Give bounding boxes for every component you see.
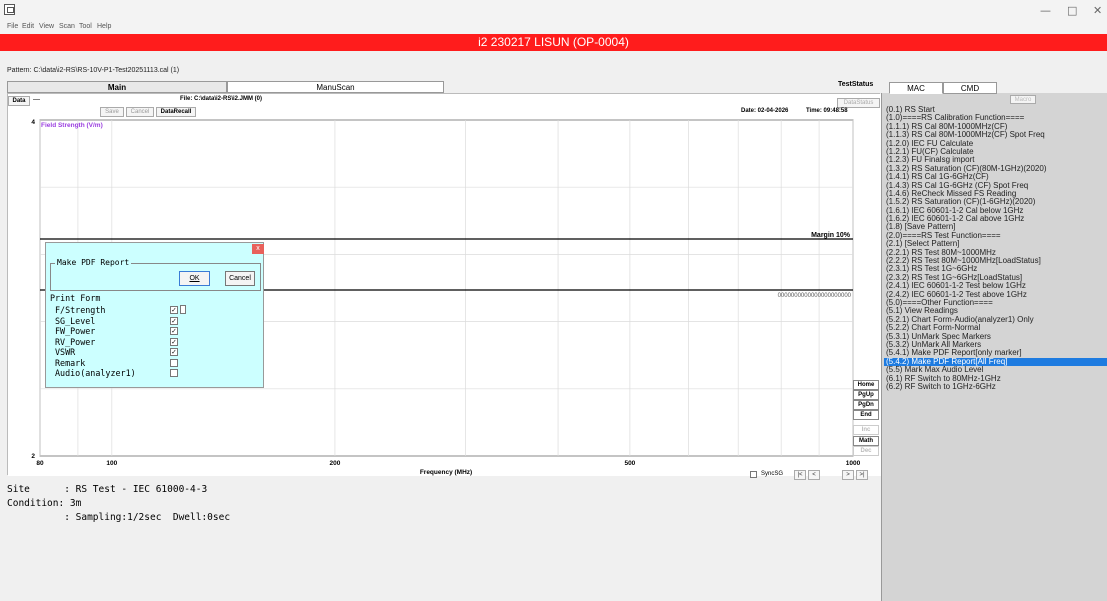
test-info: Site : RS Test - IEC 61000-4-3 Condition:… [7,483,880,525]
datarecall-button[interactable]: DataRecall [156,107,196,117]
side-button-pgdn[interactable]: PgDn [853,400,879,410]
menu-file[interactable]: File [7,23,18,30]
print-form-option-label: Audio(analyzer1) [55,368,136,378]
save-button[interactable]: Save [100,107,124,117]
syncsg-checkbox[interactable] [750,471,757,478]
nav-first-button[interactable]: |< [794,470,806,480]
side-button-inc[interactable]: Inc [853,425,879,435]
app-icon [4,4,15,15]
print-form-option-label: SG_Level [55,315,96,326]
tab-manuscan[interactable]: ManuScan [227,81,444,93]
print-form-checkbox[interactable] [170,358,178,367]
maximize-icon[interactable]: □ [1067,4,1077,17]
dialog-close-button[interactable]: x [252,244,264,254]
print-form-checkbox[interactable]: ✓ [170,337,178,346]
info-site: Site : RS Test - IEC 61000-4-3 [7,484,208,495]
side-button-pgup[interactable]: PgUp [853,390,879,400]
close-icon[interactable]: ✕ [1093,4,1102,17]
nav-next-button[interactable]: > [842,470,854,480]
x-tick-label: 200 [330,460,341,467]
print-form-checkbox[interactable] [170,369,178,377]
menu-scan[interactable]: Scan [59,23,75,30]
menu-tool[interactable]: Tool [79,23,92,30]
print-form-option-label: F/Strength [55,305,106,315]
side-button-end[interactable]: End [853,410,879,420]
margin-annotation: Margin 10% [811,232,851,239]
app-title: i2 230217 LISUN (OP-0004) [0,34,1107,51]
chart-file-path: File: C:\data\i2-RS\i2.JMM (0) [180,96,263,102]
print-form-checkbox[interactable]: ✓ [170,327,178,335]
marker-string: 0000000000000000000000 [778,293,852,299]
chart-time: Time: 09:48:58 [806,108,848,114]
tab-main[interactable]: Main [7,81,227,93]
menu-help[interactable]: Help [97,23,111,30]
text-cursor-box [180,305,186,314]
mac-list: (0.1) RS Start (1.0)====RS Calibration Fu… [884,105,1107,391]
print-form-option-label: FW_Power [55,326,96,336]
x-tick-label: 1000 [846,460,861,467]
mac-item[interactable]: (6.2) RF Switch to 1GHz-6GHz [884,382,1107,391]
print-form-checkbox[interactable]: ✓ [170,348,178,356]
syncsg-label: SyncSG [761,471,784,477]
window-titlebar: — □ ✕ [0,0,1107,23]
tab-mac[interactable]: MAC [889,82,943,94]
teststatus-label[interactable]: TestStatus [838,81,873,88]
minimize-icon[interactable]: — [1040,4,1051,17]
macro-button[interactable]: Macro [1010,95,1036,104]
nav-last-button[interactable]: >| [856,470,868,480]
make-pdf-report-dialog: Make PDF Report OK Cancel Print Form F/S… [45,242,264,388]
pattern-path: Pattern: C:\data\i2-RS\RS-10V-P1-Test202… [7,67,180,74]
chart-date: Date: 02-04-2026 [741,108,789,114]
menu-edit[interactable]: Edit [22,23,34,30]
y-tick-label-bottom: 2 [31,453,35,460]
dialog-cancel-button[interactable]: Cancel [225,271,255,286]
data-button[interactable]: Data [8,96,30,106]
print-form-checkbox[interactable]: ✓ [170,306,178,314]
side-button-home[interactable]: Home [853,380,879,390]
menu-view[interactable]: View [39,23,54,30]
info-condition: Condition: 3m [7,498,82,509]
print-form-label: Print Form [50,293,101,303]
ok-button[interactable]: OK [179,271,210,286]
x-tick-label: 100 [106,460,117,467]
side-button-dec[interactable]: Dec [853,446,879,456]
y-axis-label: Field Strength (V/m) [41,122,103,129]
tab-cmd[interactable]: CMD [943,82,997,94]
info-sampling: : Sampling:1/2sec Dwell:0sec [7,512,231,523]
x-axis-label: Frequency (MHz) [420,469,472,476]
x-tick-label: 80 [36,460,44,467]
cancel-button[interactable]: Cancel [126,107,154,117]
menu-bar: File Edit View Scan Tool Help [0,23,1107,34]
print-form-option-label: Remark [55,357,86,368]
nav-prev-button[interactable]: < [808,470,820,480]
data-dash: — [33,96,40,103]
dialog-title: Make PDF Report [55,258,132,267]
print-form-option-label: RV_Power [55,336,96,347]
print-form-checkbox[interactable]: ✓ [170,316,178,325]
x-tick-label: 500 [624,460,635,467]
y-tick-label-top: 4 [31,119,35,126]
datastatus-button[interactable]: DataStatus [837,98,880,108]
print-form-option-label: VSWR [55,347,76,357]
side-button-math[interactable]: Math [853,436,879,446]
